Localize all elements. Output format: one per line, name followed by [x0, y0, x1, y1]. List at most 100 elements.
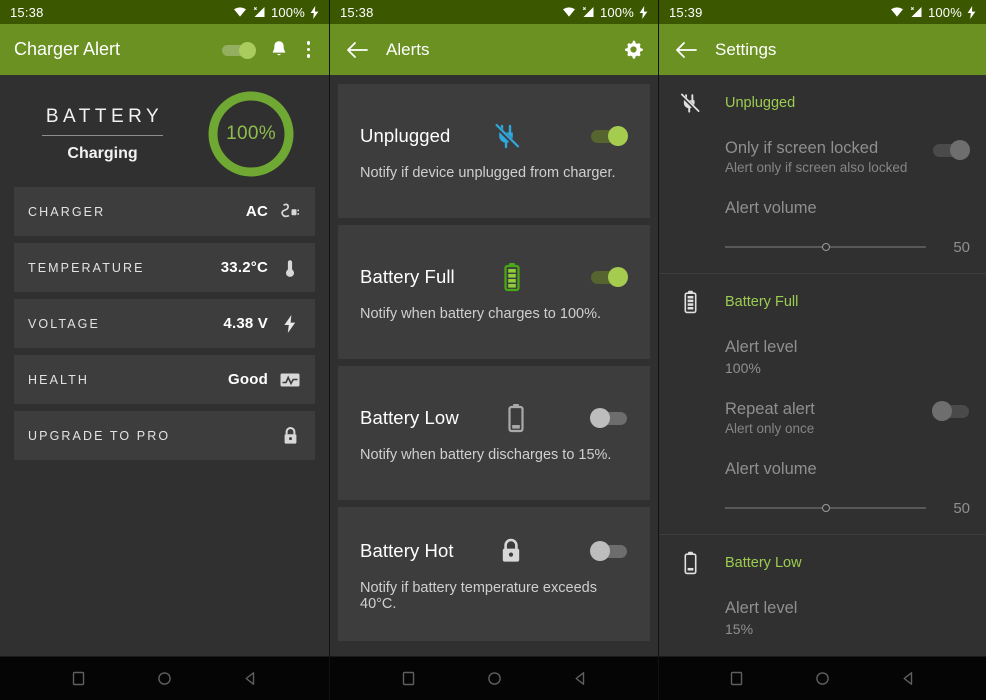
alerts-body: Unplugged Notify if device unplugged fro… [330, 75, 658, 700]
setting-alert-volume-label: Alert volume [659, 197, 986, 223]
gear-icon[interactable] [623, 39, 644, 60]
upgrade-to-pro-row[interactable]: UPGRADE TO PRO [14, 411, 315, 460]
volume-slider[interactable] [725, 238, 926, 256]
home-circle-icon[interactable] [812, 668, 834, 690]
settings-group-title: Battery Full [725, 294, 799, 310]
alert-card-battery-full[interactable]: Battery Full Notify when battery charges… [338, 225, 650, 359]
home-circle-icon[interactable] [483, 668, 505, 690]
alert-title: Battery Low [360, 406, 459, 428]
setting-label: Alert level [725, 338, 798, 356]
status-clock: 15:38 [340, 4, 374, 20]
recents-square-icon[interactable] [397, 668, 419, 690]
back-triangle-icon[interactable] [569, 668, 591, 690]
setting-label: Only if screen locked [725, 139, 879, 157]
master-enable-switch[interactable] [221, 41, 256, 59]
setting-alert-level-low[interactable]: Alert level 15% [659, 597, 986, 639]
settings-group-unplugged: Unplugged Only if screen locked Alert on… [659, 75, 986, 273]
setting-label: Alert volume [725, 199, 817, 217]
status-battery-percent: 100% [599, 4, 634, 20]
wifi-icon [562, 6, 576, 18]
three-phone-screens: 15:38 100% Charger Alert BATTERY Chargin… [0, 0, 986, 700]
setting-alert-volume-slider-row[interactable]: 50 [659, 498, 986, 518]
alert-title: Unplugged [360, 124, 451, 146]
table-row[interactable]: TEMPERATURE 33.2°C [14, 243, 315, 292]
status-bar-2: 15:38 100% [330, 0, 658, 24]
status-clock: 15:39 [669, 4, 703, 20]
back-arrow-icon[interactable] [673, 37, 699, 63]
page-title: Settings [715, 39, 777, 59]
back-arrow-icon[interactable] [344, 37, 370, 63]
volume-value: 50 [953, 499, 970, 517]
app-bar-2: Alerts [330, 24, 658, 75]
row-label: VOLTAGE [28, 316, 100, 331]
alert-card-battery-hot[interactable]: Battery Hot Notify if battery temperatur… [338, 507, 650, 641]
table-row[interactable]: VOLTAGE 4.38 V [14, 299, 315, 348]
volume-value: 50 [953, 238, 970, 256]
setting-value: 100% [725, 360, 761, 376]
table-row[interactable]: CHARGER AC [14, 187, 315, 236]
pulse-icon [279, 369, 301, 391]
battery-heading: BATTERY [41, 106, 164, 136]
alert-description: Notify when battery charges to 100%. [360, 305, 601, 322]
setting-label: Alert volume [725, 460, 817, 478]
alert-toggle[interactable] [590, 407, 628, 428]
row-value: 33.2°C [220, 259, 268, 276]
charging-bolt-icon [310, 5, 319, 19]
settings-group-battery-low: Battery Low Alert level 15% [659, 534, 986, 655]
settings-group-title: Battery Low [725, 555, 802, 571]
recents-square-icon[interactable] [68, 668, 90, 690]
lock-icon [279, 425, 301, 447]
alert-toggle[interactable] [590, 540, 628, 561]
setting-repeat-alert[interactable]: Repeat alert Alert only once [659, 398, 986, 438]
lock-icon [496, 536, 526, 566]
signal-icon [909, 6, 923, 18]
setting-value: 15% [725, 621, 754, 637]
overflow-menu-icon[interactable] [302, 41, 316, 58]
charging-bolt-icon [967, 5, 976, 19]
row-label: TEMPERATURE [28, 260, 145, 275]
alert-title: Battery Full [360, 265, 455, 287]
back-triangle-icon[interactable] [240, 668, 262, 690]
status-bar-3: 15:39 100% [659, 0, 986, 24]
alert-description: Notify if battery temperature exceeds 40… [360, 579, 597, 612]
signal-icon [581, 6, 595, 18]
row-value: Good [228, 371, 268, 388]
back-triangle-icon[interactable] [898, 668, 920, 690]
battery-full-icon [497, 262, 527, 292]
battery-level-ring: 100% [205, 88, 297, 180]
plug-off-icon [675, 92, 705, 114]
setting-alert-volume-slider-row[interactable]: 50 [659, 237, 986, 257]
setting-sublabel: Alert only once [725, 421, 815, 436]
table-row[interactable]: HEALTH Good [14, 355, 315, 404]
bell-icon[interactable] [270, 40, 288, 59]
android-nav-bar-3 [659, 656, 986, 700]
battery-level-label: 100% [226, 123, 276, 144]
setting-toggle[interactable] [932, 401, 970, 421]
battery-status-text: Charging [67, 144, 138, 162]
screen-settings: 15:39 100% Settings Unplugged Only if sc… [658, 0, 986, 700]
recents-square-icon[interactable] [726, 668, 748, 690]
battery-overview-body: BATTERY Charging 100% CHARGER AC TEMPERA… [0, 75, 329, 700]
alert-toggle[interactable] [590, 266, 628, 287]
android-nav-bar-2 [330, 656, 658, 700]
setting-only-if-screen-locked[interactable]: Only if screen locked Alert only if scre… [659, 137, 986, 177]
home-circle-icon[interactable] [154, 668, 176, 690]
volume-slider[interactable] [725, 499, 926, 517]
alert-toggle[interactable] [590, 125, 628, 146]
android-nav-bar-1 [0, 656, 329, 700]
setting-alert-volume-label: Alert volume [659, 458, 986, 484]
wifi-icon [890, 6, 904, 18]
setting-label: Alert level [725, 599, 798, 617]
alert-card-battery-low[interactable]: Battery Low Notify when battery discharg… [338, 366, 650, 500]
setting-alert-level-full[interactable]: Alert level 100% [659, 336, 986, 378]
alert-description: Notify when battery discharges to 15%. [360, 446, 612, 463]
charging-bolt-icon [639, 5, 648, 19]
thermometer-icon [279, 257, 301, 279]
row-value: AC [245, 203, 268, 220]
alert-card-unplugged[interactable]: Unplugged Notify if device unplugged fro… [338, 84, 650, 218]
settings-group-battery-full: Battery Full Alert level 100% Repeat ale… [659, 273, 986, 534]
alert-cards-list: Unplugged Notify if device unplugged fro… [330, 75, 658, 641]
battery-hero: BATTERY Charging 100% [0, 75, 329, 187]
battery-full-outline-icon [675, 290, 705, 314]
setting-toggle[interactable] [932, 140, 970, 160]
